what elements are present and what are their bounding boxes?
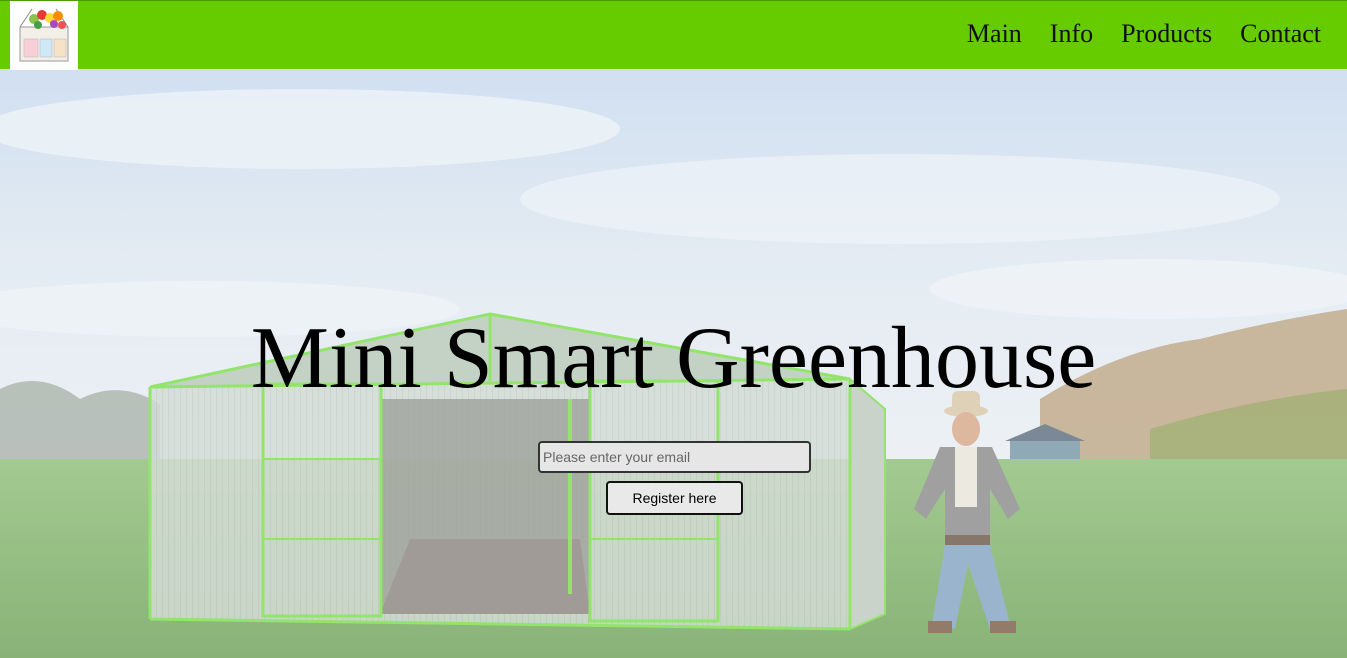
nav-link-info[interactable]: Info (1050, 19, 1093, 49)
top-navbar: Main Info Products Contact (0, 0, 1347, 70)
logo-image (19, 8, 69, 62)
email-input[interactable] (538, 441, 811, 473)
nav-link-products[interactable]: Products (1121, 19, 1212, 49)
site-logo[interactable] (10, 1, 78, 70)
main-menu: Main Info Products Contact (967, 19, 1321, 49)
nav-link-main[interactable]: Main (967, 19, 1022, 49)
nav-link-contact[interactable]: Contact (1240, 19, 1321, 49)
register-button[interactable]: Register here (606, 481, 743, 515)
hero-section: Mini Smart Greenhouse (0, 69, 1347, 658)
hero-title: Mini Smart Greenhouse (250, 310, 1097, 407)
